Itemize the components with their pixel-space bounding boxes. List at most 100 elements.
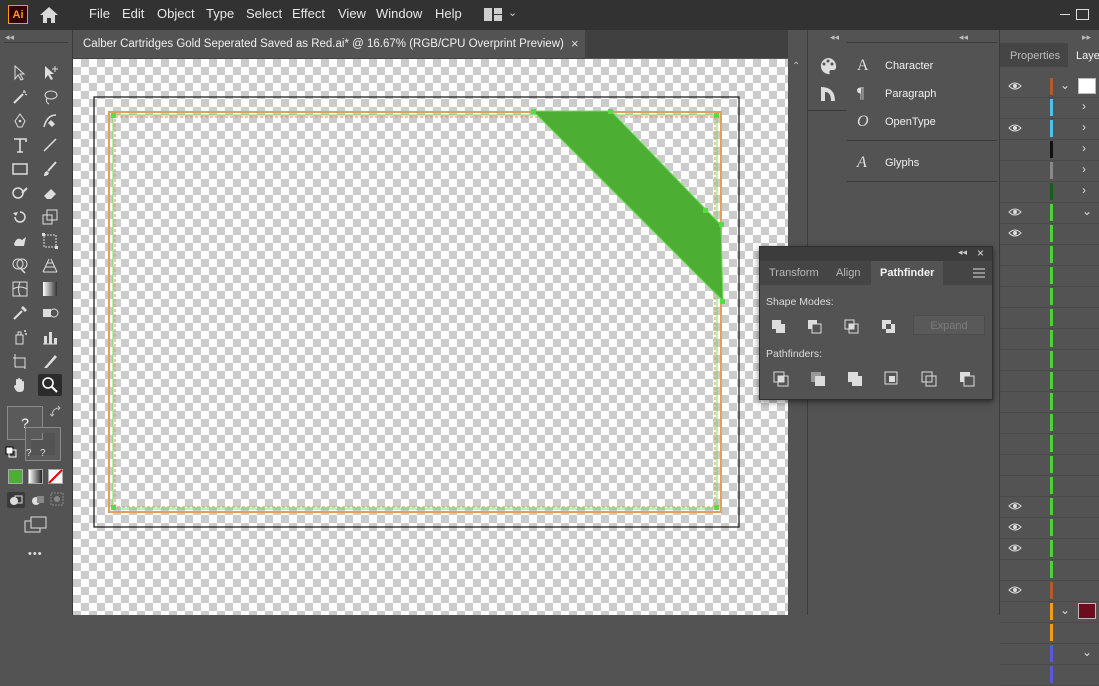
panel-menu-icon[interactable] bbox=[973, 268, 985, 278]
character-panel-button[interactable]: A Character bbox=[857, 53, 997, 79]
minus-front-icon[interactable] bbox=[806, 318, 824, 336]
visibility-eye-icon[interactable] bbox=[1008, 123, 1022, 133]
visibility-eye-icon[interactable] bbox=[1008, 501, 1022, 511]
outline-icon[interactable] bbox=[920, 370, 938, 388]
magic-wand-tool-icon[interactable] bbox=[8, 86, 32, 108]
shape-builder-tool-icon[interactable] bbox=[8, 254, 32, 276]
trim-icon[interactable] bbox=[809, 370, 827, 388]
artboard-canvas[interactable] bbox=[73, 59, 788, 615]
tab-pathfinder[interactable]: Pathfinder bbox=[871, 261, 944, 285]
tab-transform[interactable]: Transform bbox=[760, 261, 828, 285]
visibility-eye-icon[interactable] bbox=[1008, 207, 1022, 217]
layer-row[interactable] bbox=[1000, 517, 1099, 539]
appearance-icon[interactable] bbox=[818, 84, 838, 104]
layer-row[interactable]: › bbox=[1000, 118, 1099, 140]
warp-tool-icon[interactable] bbox=[8, 230, 32, 252]
minimize-icon[interactable] bbox=[1060, 14, 1070, 15]
symbol-sprayer-tool-icon[interactable] bbox=[8, 326, 32, 348]
rectangle-tool-icon[interactable] bbox=[8, 158, 32, 180]
layer-row[interactable] bbox=[1000, 664, 1099, 686]
visibility-eye-icon[interactable] bbox=[1008, 81, 1022, 91]
chevron-down-icon[interactable]: ⌄ bbox=[1060, 78, 1070, 92]
layer-row[interactable] bbox=[1000, 391, 1099, 413]
minus-back-icon[interactable] bbox=[958, 370, 976, 388]
free-transform-tool-icon[interactable] bbox=[38, 230, 62, 252]
hand-tool-icon[interactable] bbox=[8, 374, 32, 396]
menu-select[interactable]: Select bbox=[246, 6, 282, 21]
gradient-mode-button[interactable] bbox=[28, 469, 43, 484]
layer-row[interactable] bbox=[1000, 244, 1099, 266]
layer-row[interactable] bbox=[1000, 349, 1099, 371]
crop-icon[interactable] bbox=[883, 370, 901, 388]
rotate-tool-icon[interactable] bbox=[8, 206, 32, 228]
chevron-down-icon[interactable]: ⌄ bbox=[1082, 204, 1092, 218]
document-tab[interactable]: Calber Cartridges Gold Seperated Saved a… bbox=[73, 30, 585, 59]
draw-normal-button[interactable] bbox=[7, 492, 25, 508]
glyphs-panel-button[interactable]: A Glyphs bbox=[857, 150, 997, 176]
edit-toolbar-more[interactable]: ••• bbox=[28, 548, 43, 560]
layer-row[interactable]: › bbox=[1000, 181, 1099, 203]
visibility-eye-icon[interactable] bbox=[1008, 585, 1022, 595]
layer-row[interactable] bbox=[1000, 412, 1099, 434]
chevron-right-icon[interactable]: › bbox=[1082, 183, 1086, 197]
menu-effect[interactable]: Effect bbox=[292, 6, 325, 21]
eyedropper-tool-icon[interactable] bbox=[8, 302, 32, 324]
chevron-right-icon[interactable]: › bbox=[1082, 162, 1086, 176]
layer-row[interactable] bbox=[1000, 370, 1099, 392]
layer-row[interactable] bbox=[1000, 433, 1099, 455]
chevron-down-icon[interactable]: ⌄ bbox=[508, 6, 517, 19]
pen-tool-icon[interactable] bbox=[8, 110, 32, 132]
mesh-tool-icon[interactable] bbox=[8, 278, 32, 300]
intersect-icon[interactable] bbox=[843, 318, 861, 336]
layer-row[interactable] bbox=[1000, 286, 1099, 308]
menu-window[interactable]: Window bbox=[376, 6, 422, 21]
menu-help[interactable]: Help bbox=[435, 6, 462, 21]
none-mode-icon[interactable] bbox=[48, 469, 63, 484]
close-document-icon[interactable]: × bbox=[571, 36, 579, 51]
merge-icon[interactable] bbox=[846, 370, 864, 388]
collapse-panel-icon[interactable]: ◂◂ bbox=[958, 247, 967, 258]
workspace-switcher-icon[interactable] bbox=[484, 8, 502, 21]
shaper-tool-icon[interactable] bbox=[8, 182, 32, 204]
layer-row[interactable]: ⌄ bbox=[1000, 76, 1099, 98]
artboard-tool-icon[interactable] bbox=[8, 350, 32, 372]
blend-tool-icon[interactable] bbox=[38, 302, 62, 324]
paintbrush-tool-icon[interactable] bbox=[38, 158, 62, 180]
layer-row[interactable] bbox=[1000, 454, 1099, 476]
column-graph-tool-icon[interactable] bbox=[38, 326, 62, 348]
layer-row[interactable]: › bbox=[1000, 97, 1099, 119]
line-segment-tool-icon[interactable] bbox=[38, 134, 62, 156]
tab-properties[interactable]: Properties bbox=[1010, 50, 1060, 62]
perspective-grid-tool-icon[interactable] bbox=[38, 254, 62, 276]
menu-view[interactable]: View bbox=[338, 6, 366, 21]
layer-row[interactable]: ⌄ bbox=[1000, 643, 1099, 665]
layer-row[interactable]: ⌄ bbox=[1000, 202, 1099, 224]
screen-mode-icon[interactable] bbox=[24, 516, 48, 534]
scale-tool-icon[interactable] bbox=[38, 206, 62, 228]
panel-layout-icon[interactable] bbox=[1076, 9, 1089, 20]
expand-button[interactable]: Expand bbox=[913, 315, 985, 335]
selection-tool-icon[interactable] bbox=[8, 62, 32, 84]
visibility-eye-icon[interactable] bbox=[1008, 522, 1022, 532]
layer-row[interactable] bbox=[1000, 328, 1099, 350]
chevron-right-icon[interactable]: › bbox=[1082, 141, 1086, 155]
curvature-tool-icon[interactable] bbox=[38, 110, 62, 132]
exclude-icon[interactable] bbox=[880, 318, 898, 336]
layer-row[interactable] bbox=[1000, 622, 1099, 644]
chevron-right-icon[interactable]: › bbox=[1082, 99, 1086, 113]
eraser-tool-icon[interactable] bbox=[38, 182, 62, 204]
collapse-right-panel-icon[interactable]: ▸▸ bbox=[1082, 32, 1091, 43]
unite-icon[interactable] bbox=[770, 318, 788, 336]
divide-icon[interactable] bbox=[772, 370, 790, 388]
color-mode-button[interactable] bbox=[8, 469, 23, 484]
chevron-down-icon[interactable]: ⌄ bbox=[1082, 645, 1092, 659]
menu-edit[interactable]: Edit bbox=[122, 6, 144, 21]
collapse-dock-icon[interactable]: ◂◂ bbox=[830, 32, 839, 43]
layer-row[interactable] bbox=[1000, 559, 1099, 581]
layer-row[interactable]: › bbox=[1000, 139, 1099, 161]
direct-selection-tool-icon[interactable] bbox=[38, 62, 62, 84]
layer-row[interactable] bbox=[1000, 538, 1099, 560]
lasso-tool-icon[interactable] bbox=[38, 86, 62, 108]
tab-align[interactable]: Align bbox=[827, 261, 869, 285]
visibility-eye-icon[interactable] bbox=[1008, 543, 1022, 553]
